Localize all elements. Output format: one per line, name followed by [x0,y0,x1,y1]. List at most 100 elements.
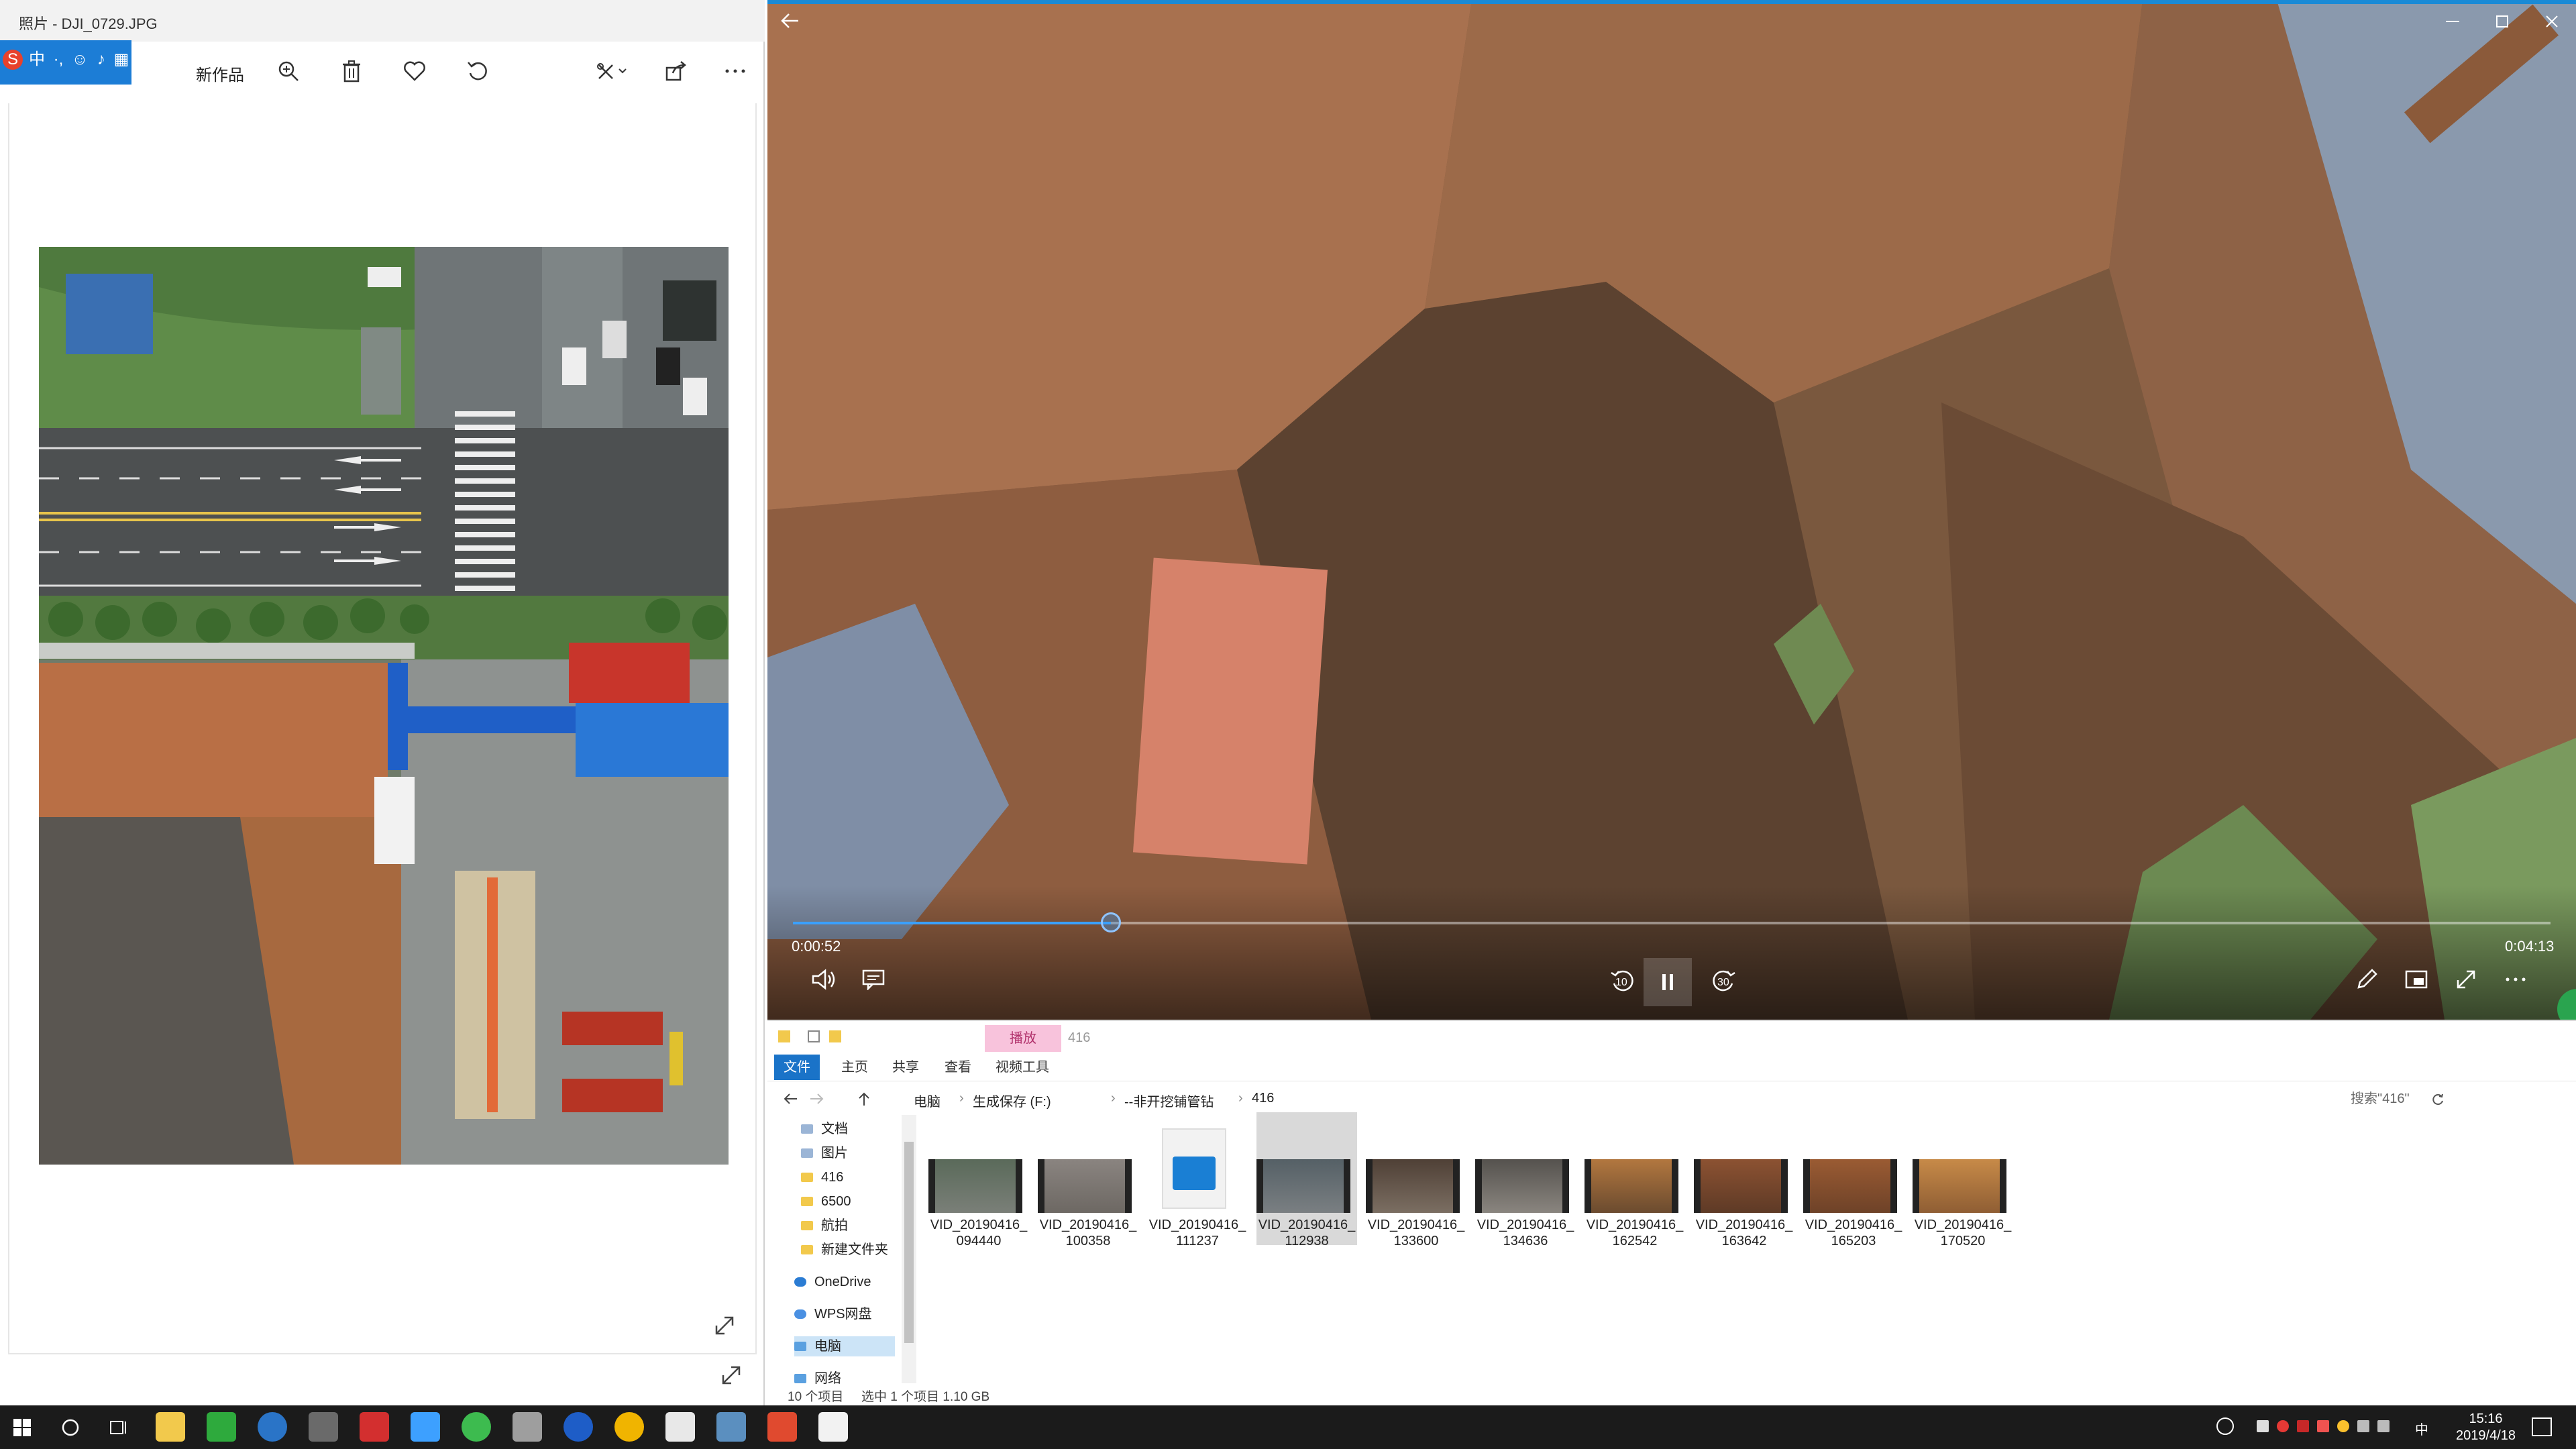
forward-icon[interactable]: 30 [1703,959,1746,1002]
maximize-button[interactable] [2481,8,2524,35]
zoom-icon[interactable] [267,50,310,93]
search-input[interactable]: 搜索"416" [2344,1088,2565,1110]
pause-button[interactable] [1644,958,1692,1006]
seek-bar[interactable] [793,912,2551,932]
file-item[interactable]: VID_20190416_ 170520 [1913,1122,2013,1256]
app-taskbar-icon[interactable] [665,1412,695,1442]
tab-view[interactable]: 查看 [935,1055,981,1080]
scrollbar-thumb[interactable] [904,1142,914,1343]
ime-indicator[interactable]: 中 [2415,1419,2428,1438]
tab-share[interactable]: 共享 [883,1055,928,1080]
fullscreen-icon[interactable] [719,1363,743,1387]
video-thumbnail [1913,1159,2006,1213]
subtitles-icon[interactable] [852,958,895,1001]
nav-item-416[interactable]: 416 [801,1167,843,1187]
nav-item-pictures[interactable]: 图片 [801,1143,848,1163]
forward-nav-icon[interactable] [808,1089,826,1108]
expand-icon[interactable] [712,1313,737,1338]
nav-item-new-folder[interactable]: 新建文件夹 [801,1240,888,1260]
people-icon[interactable] [2216,1417,2234,1435]
windows-start-icon[interactable] [13,1419,31,1436]
tray-icon[interactable] [2337,1420,2349,1432]
voice-icon[interactable]: ♪ [91,50,111,70]
tab-video-tools[interactable]: 视频工具 [986,1055,1059,1080]
file-explorer-taskbar-icon[interactable] [156,1412,185,1442]
file-item[interactable]: VID_20190416_ 163642 [1694,1122,1794,1256]
app-taskbar-icon[interactable] [411,1412,440,1442]
pen-icon[interactable] [2345,958,2388,1001]
file-item[interactable]: VID_20190416_ 162542 [1585,1122,1685,1256]
task-view-icon[interactable] [109,1417,129,1438]
mini-view-icon[interactable] [2395,958,2438,1001]
nav-item-this-pc[interactable]: 电脑 [794,1336,895,1356]
chinese-mode-indicator[interactable]: 中 [27,50,47,70]
file-name: VID_20190416_ 111237 [1148,1218,1246,1248]
minimize-button[interactable] [2431,8,2474,35]
file-item[interactable]: VID_20190416_ 100358 [1038,1122,1138,1256]
nav-item-onedrive[interactable]: OneDrive [794,1272,871,1292]
tray-icon[interactable] [2257,1420,2269,1432]
file-item-selected[interactable]: VID_20190416_ 112938 [1256,1112,1357,1248]
tray-icon[interactable] [2317,1420,2329,1432]
nav-item-wps-drive[interactable]: WPS网盘 [794,1304,872,1324]
file-item[interactable]: VID_20190416_ 134636 [1475,1122,1576,1256]
new-creation-button[interactable]: 新作品 [196,62,244,85]
keyboard-icon[interactable]: ▦ [111,50,131,70]
close-button[interactable] [2530,8,2573,35]
properties-icon[interactable] [808,1030,820,1042]
edit-icon[interactable] [590,50,633,93]
notifications-icon[interactable] [2532,1417,2552,1436]
emoji-icon[interactable]: ☺ [70,50,90,70]
back-icon[interactable] [781,1089,800,1108]
rotate-icon[interactable] [456,50,499,93]
sogou-logo-icon[interactable]: S [3,50,23,70]
app-taskbar-icon[interactable] [513,1412,542,1442]
share-icon[interactable] [655,50,698,93]
file-item[interactable]: VID_20190416_ 111237 [1147,1122,1248,1256]
app-taskbar-icon[interactable] [309,1412,338,1442]
app-taskbar-icon[interactable] [564,1412,593,1442]
fullscreen-toggle-icon[interactable] [2445,958,2487,1001]
app-taskbar-icon[interactable] [360,1412,389,1442]
app-taskbar-icon[interactable] [767,1412,797,1442]
tab-file[interactable]: 文件 [774,1055,820,1080]
breadcrumb-current[interactable]: 416 [1252,1091,1274,1106]
search-icon[interactable] [60,1417,80,1438]
tray-icon[interactable] [2297,1420,2309,1432]
new-folder-icon[interactable] [829,1030,841,1042]
up-icon[interactable] [855,1089,873,1108]
file-item[interactable]: VID_20190416_ 094440 [928,1122,1029,1256]
nav-item-documents[interactable]: 文档 [801,1119,848,1139]
navigation-scrollbar[interactable] [902,1115,916,1383]
app-taskbar-icon[interactable] [207,1412,236,1442]
volume-icon[interactable] [802,958,845,1001]
favorite-icon[interactable] [393,50,436,93]
breadcrumb-folder[interactable]: --非开挖铺管钻 [1124,1091,1214,1110]
more-icon[interactable] [714,50,757,93]
punctuation-icon[interactable]: ·, [48,50,68,70]
file-item[interactable]: VID_20190416_ 133600 [1366,1122,1466,1256]
breadcrumb-computer[interactable]: 电脑 [914,1091,941,1110]
nav-item-network[interactable]: 网络 [794,1368,841,1389]
back-arrow-icon[interactable] [777,9,804,32]
app-taskbar-icon[interactable] [462,1412,491,1442]
tray-icon[interactable] [2277,1420,2289,1432]
nav-item-aerial[interactable]: 航拍 [801,1216,848,1236]
tab-playback-context[interactable]: 播放 [985,1025,1061,1052]
rewind-icon[interactable]: 10 [1601,959,1644,1002]
more-options-icon[interactable] [2494,958,2537,1001]
volume-tray-icon[interactable] [2377,1420,2390,1432]
taskbar-clock[interactable]: 15:16 2019/4/18 [2456,1411,2516,1444]
browser-taskbar-icon[interactable] [258,1412,287,1442]
photos-taskbar-icon[interactable] [716,1412,746,1442]
network-icon[interactable] [2357,1420,2369,1432]
file-name: VID_20190416_ 162542 [1586,1218,1684,1248]
breadcrumb-drive[interactable]: 生成保存 (F:) [973,1091,1051,1110]
app-taskbar-icon[interactable] [614,1412,644,1442]
nav-item-6500[interactable]: 6500 [801,1191,851,1212]
delete-icon[interactable] [330,50,373,93]
video-taskbar-icon[interactable] [818,1412,848,1442]
file-item[interactable]: VID_20190416_ 165203 [1803,1122,1904,1256]
file-name: VID_20190416_ 134636 [1477,1218,1574,1248]
tab-home[interactable]: 主页 [832,1055,877,1080]
